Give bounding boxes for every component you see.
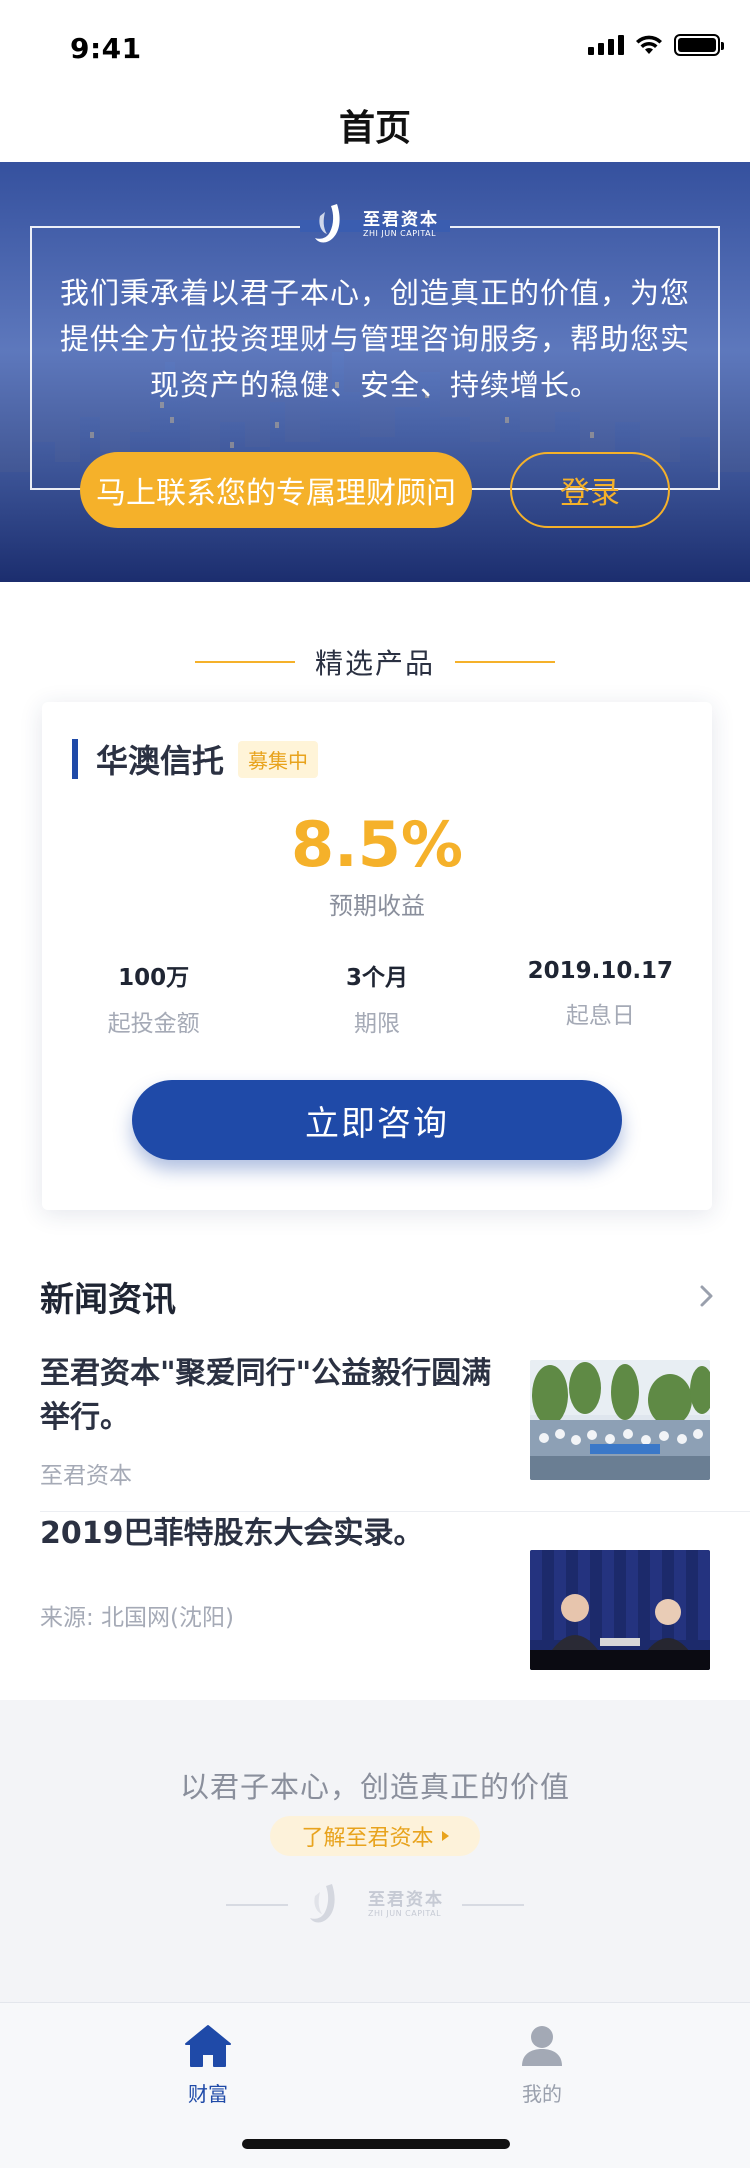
brand-name-en: ZHI JUN CAPITAL xyxy=(368,1908,442,1918)
title-accent-bar xyxy=(72,739,78,779)
news-header[interactable]: 新闻资讯 xyxy=(40,1268,720,1324)
divider xyxy=(194,661,295,663)
tab-mine[interactable]: 我的 xyxy=(462,2015,622,2115)
divider xyxy=(226,1904,288,1906)
brand-name-cn: 至君资本 xyxy=(363,210,439,231)
battery-icon xyxy=(674,34,724,56)
brand-logo-icon xyxy=(315,204,340,243)
page-title: 首页 xyxy=(338,108,411,149)
status-icons xyxy=(588,34,724,56)
featured-section-title: 精选产品 xyxy=(314,647,435,680)
news-source: 至君资本 xyxy=(40,1463,132,1489)
tab-wealth[interactable]: 财富 xyxy=(128,2015,288,2115)
expected-yield-value: 8.5% xyxy=(291,808,463,881)
footer-slogan: 以君子本心，创造真正的价值 xyxy=(179,1770,570,1804)
tab-label: 我的 xyxy=(522,2081,562,2106)
consult-now-button[interactable]: 立即咨询 xyxy=(132,1080,622,1160)
status-time: 9:41 xyxy=(70,32,142,65)
about-company-label: 了解至君资本 xyxy=(301,1826,434,1851)
stat-value: 2019.10.17 xyxy=(527,958,674,984)
home-icon xyxy=(185,2024,231,2067)
divider xyxy=(455,661,555,663)
brand-logo-icon xyxy=(310,1884,335,1923)
product-card[interactable]: 华澳信托 募集中 8.5% 预期收益 100万 起投金额 3个月 期限 2019… xyxy=(42,702,712,1210)
wifi-icon xyxy=(636,35,662,54)
featured-section-header: 精选产品 xyxy=(0,640,750,684)
divider xyxy=(462,1904,524,1906)
news-source: 来源: 北国网(沈阳) xyxy=(40,1605,235,1631)
contact-advisor-button[interactable]: 马上联系您的专属理财顾问 xyxy=(80,452,472,528)
news-thumbnail-image xyxy=(530,1550,710,1670)
stat-term: 3个月 期限 xyxy=(265,958,488,1038)
expected-yield-label: 预期收益 xyxy=(329,892,425,920)
brand-name-cn: 至君资本 xyxy=(368,1890,444,1911)
status-bar: 9:41 xyxy=(0,0,750,88)
tab-bar: 财富 我的 xyxy=(0,2002,750,2168)
news-thumbnail-image xyxy=(530,1360,710,1480)
stat-value: 3个月 xyxy=(345,965,408,991)
login-button[interactable]: 登录 xyxy=(510,452,670,528)
about-company-button[interactable]: 了解至君资本 xyxy=(270,1816,480,1856)
news-list-item[interactable]: 至君资本"聚爱同行"公益毅行圆满举行。 至君资本 xyxy=(40,1352,750,1512)
product-stats: 100万 起投金额 3个月 期限 2019.10.17 起息日 xyxy=(42,958,712,1038)
product-title-bar: 华澳信托 募集中 xyxy=(72,736,319,782)
stat-value: 100万 xyxy=(118,965,190,991)
news-list-item[interactable]: 2019巴菲特股东大会实录。 来源: 北国网(沈阳) xyxy=(40,1512,750,1676)
hero-intro-text: 我们秉承着以君子本心，创造真正的价值，为您提供全方位投资理财与管理咨询服务，帮助… xyxy=(60,276,691,402)
cellular-signal-icon xyxy=(588,35,624,55)
stat-min-investment: 100万 起投金额 xyxy=(42,958,265,1038)
brand-logo: 至君资本 ZHI JUN CAPITAL xyxy=(300,192,450,258)
stat-value-date: 2019.10.17 起息日 xyxy=(489,958,712,1038)
footer-band: 以君子本心，创造真正的价值 了解至君资本 至君资本 ZHI JUN CAPITA… xyxy=(0,1700,750,2002)
nav-bar: 首页 xyxy=(0,88,750,162)
status-badge: 募集中 xyxy=(238,740,319,778)
brand-name-en: ZHI JUN CAPITAL xyxy=(363,228,437,238)
product-name: 华澳信托 xyxy=(96,742,225,780)
home-indicator[interactable] xyxy=(242,2139,510,2149)
stat-label: 起投金额 xyxy=(107,1011,200,1037)
news-section-title: 新闻资讯 xyxy=(40,1279,176,1320)
triangle-right-icon xyxy=(441,1831,449,1841)
stat-label: 期限 xyxy=(353,1011,400,1037)
stat-label: 起息日 xyxy=(565,1003,635,1029)
tab-label: 财富 xyxy=(188,2081,228,2106)
news-headline: 2019巴菲特股东大会实录。 xyxy=(40,1516,424,1551)
chevron-right-icon[interactable] xyxy=(692,1282,720,1310)
user-icon xyxy=(522,2025,562,2066)
news-headline: 至君资本"聚爱同行"公益毅行圆满举行。 xyxy=(40,1356,492,1435)
footer-brand-logo: 至君资本 ZHI JUN CAPITAL xyxy=(0,1860,750,1950)
